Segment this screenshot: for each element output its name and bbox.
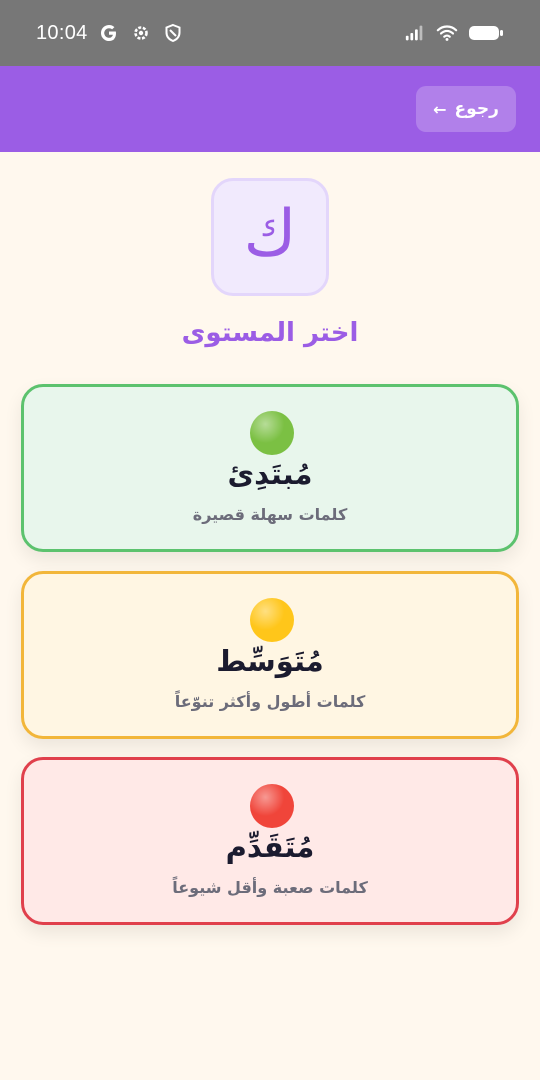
level-name: مُتَوَسِّط <box>216 644 324 678</box>
back-button-label: رجوع <box>454 99 499 119</box>
status-time: 10:04 <box>36 21 88 44</box>
app-header: رجوع ← <box>0 66 540 152</box>
level-name: مُتَقَدِّم <box>225 830 315 864</box>
google-icon <box>98 22 120 44</box>
battery-icon <box>468 22 504 44</box>
logo-letter: ك <box>243 197 297 271</box>
level-description: كلمات سهلة قصيرة <box>192 505 348 524</box>
status-bar: 10:04 <box>0 0 540 66</box>
shield-icon <box>162 22 184 44</box>
yellow-circle-icon <box>250 598 294 642</box>
gear-icon <box>130 22 152 44</box>
level-card-advanced[interactable]: مُتَقَدِّم كلمات صعبة وأقل شيوعاً <box>21 757 519 925</box>
status-left: 10:04 <box>36 22 184 45</box>
app-logo: ك <box>211 178 329 296</box>
level-name: مُبتَدِئ <box>227 457 313 491</box>
green-circle-icon <box>250 411 294 455</box>
arrow-left-icon: ← <box>433 99 447 119</box>
red-circle-icon <box>250 784 294 828</box>
level-description: كلمات صعبة وأقل شيوعاً <box>172 878 368 897</box>
level-description: كلمات أطول وأكثر تنوّعاً <box>174 692 366 711</box>
page-title: اختر المستوى <box>181 318 359 348</box>
wifi-icon <box>436 22 458 44</box>
back-button[interactable]: رجوع ← <box>416 86 516 132</box>
level-card-beginner[interactable]: مُبتَدِئ كلمات سهلة قصيرة <box>21 384 519 552</box>
signal-icon <box>404 22 426 44</box>
level-card-intermediate[interactable]: مُتَوَسِّط كلمات أطول وأكثر تنوّعاً <box>21 571 519 739</box>
status-right <box>404 22 504 44</box>
